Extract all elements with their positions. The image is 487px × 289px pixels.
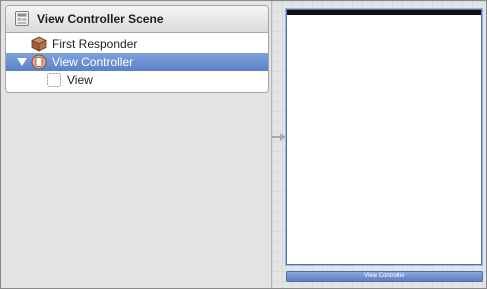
storyboard-window: View Controller Scene First Responder Vi… (0, 0, 487, 289)
scene-dock[interactable]: View Controller (286, 271, 483, 282)
status-bar (287, 10, 481, 15)
storyboard-scene-icon (15, 11, 29, 26)
disclosure-triangle-icon[interactable] (17, 58, 27, 66)
view-controller-canvas[interactable] (286, 9, 482, 265)
outline-item-view-controller[interactable]: View Controller (6, 53, 268, 71)
outline-item-label: View (67, 73, 93, 87)
outline-item-label: View Controller (52, 55, 134, 69)
view-icon (47, 73, 61, 87)
document-outline: View Controller Scene First Responder Vi… (1, 1, 272, 288)
scene-dock-label: View Controller (364, 273, 405, 279)
view-controller-icon (31, 54, 47, 70)
scene-title: View Controller Scene (37, 12, 164, 26)
storyboard-canvas[interactable]: View Controller (272, 1, 486, 288)
scene-header[interactable]: View Controller Scene (6, 6, 268, 33)
outline-item-first-responder[interactable]: First Responder (6, 35, 268, 53)
outline-item-label: First Responder (52, 37, 138, 51)
outline-item-view[interactable]: View (6, 71, 268, 89)
initial-scene-arrow-icon (272, 133, 286, 141)
scene-outline-box: View Controller Scene First Responder Vi… (5, 5, 269, 93)
first-responder-cube-icon (31, 36, 47, 52)
